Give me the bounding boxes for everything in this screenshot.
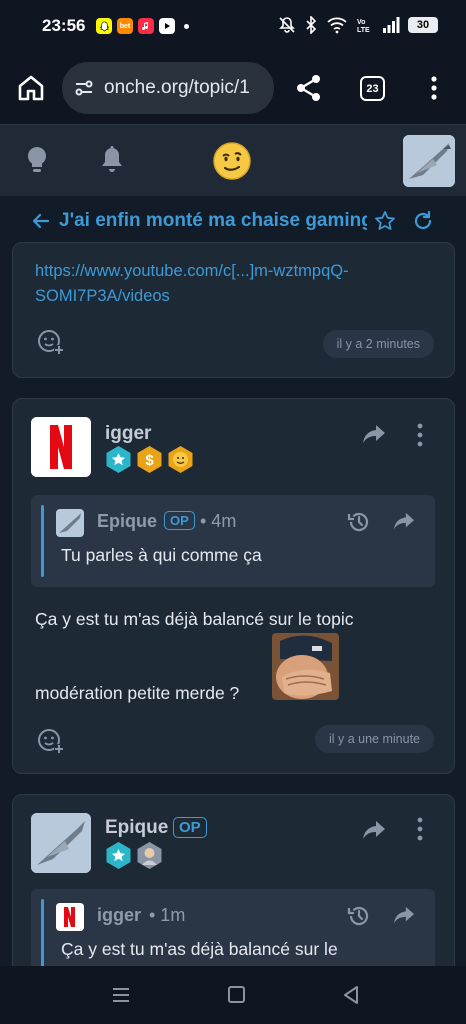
mute-icon (279, 17, 295, 33)
post-menu-icon[interactable] (414, 817, 426, 841)
status-bar: 23:56 bet Vo LTE 30 (0, 0, 466, 52)
address-bar[interactable]: onche.org/topic/1 (62, 62, 274, 114)
forward-icon[interactable] (393, 511, 415, 531)
post-link-line-2[interactable]: SOMI7P3A/videos (35, 284, 170, 309)
bird-avatar[interactable] (31, 813, 91, 873)
post-username[interactable]: igger (105, 423, 151, 445)
quoted-post[interactable]: igger • 1m Ça y est tu m'as déjà balancé… (31, 889, 435, 966)
history-icon[interactable] (347, 510, 371, 534)
post-timestamp: il y a 2 minutes (322, 330, 434, 358)
favorite-star-icon[interactable] (374, 210, 396, 232)
quote-bar (41, 899, 44, 966)
quote-avatar (56, 509, 84, 537)
dollar-badge-icon: $ (137, 446, 162, 473)
back-arrow-icon[interactable] (32, 212, 50, 230)
add-reaction-icon[interactable] (37, 727, 65, 755)
post-timestamp: il y a une minute (314, 725, 434, 753)
forward-icon[interactable] (362, 819, 386, 841)
bird-avatar-image (56, 509, 84, 537)
post-card: Epique OP igger • 1m Ça y est tu m'as dé… (12, 794, 455, 966)
nav-back-icon[interactable] (342, 985, 360, 1005)
youtube-icon (159, 18, 175, 34)
svg-text:LTE: LTE (357, 27, 370, 34)
forward-icon[interactable] (393, 905, 415, 925)
quote-avatar (56, 903, 84, 931)
status-system-icons: Vo LTE 30 (278, 16, 438, 34)
quote-time: • 4m (200, 511, 237, 531)
star-badge-icon (106, 842, 131, 869)
snapchat-icon (96, 18, 112, 34)
user-badges: $ (105, 445, 194, 474)
history-icon[interactable] (347, 904, 371, 928)
bird-avatar-image (403, 135, 455, 187)
topic-page: J'ai enfin monté ma chaise gaming https:… (0, 196, 466, 966)
notification-dot (184, 23, 189, 29)
quote-username[interactable]: Epique (97, 511, 157, 532)
bird-avatar-image (31, 813, 91, 873)
facepalm-sticker-image (272, 633, 339, 700)
netflix-logo-icon (31, 417, 91, 477)
quote-text: Tu parles à qui comme ça (61, 545, 262, 565)
post-username[interactable]: Epique (105, 817, 168, 839)
topic-title[interactable]: J'ai enfin monté ma chaise gaming (59, 210, 367, 232)
op-badge: OP (164, 511, 195, 530)
signal-icon (383, 17, 400, 33)
post-body-line: modération petite merde ? (35, 683, 240, 703)
topic-title-bar: J'ai enfin monté ma chaise gaming (0, 196, 466, 248)
home-icon[interactable] (16, 73, 46, 103)
star-badge-icon (106, 446, 131, 473)
quote-username[interactable]: igger (97, 905, 141, 926)
post-menu-icon[interactable] (414, 423, 426, 447)
quote-bar (41, 505, 44, 577)
share-icon[interactable] (295, 74, 323, 102)
refresh-icon[interactable] (412, 210, 434, 232)
url-text[interactable]: onche.org/topic/1 (104, 77, 250, 99)
post-link-line-1[interactable]: https://www.youtube.com/c[...]m-wztmpqQ- (35, 259, 349, 284)
quote-text: Ça y est tu m'as déjà balancé sur le (61, 939, 338, 959)
post-body-line: Ça y est tu m'as déjà balancé sur le top… (35, 609, 354, 629)
system-nav-bar (0, 966, 466, 1024)
wifi-icon (327, 17, 347, 34)
music-icon (138, 18, 154, 34)
lightbulb-icon[interactable] (24, 145, 50, 175)
emoji-badge-icon (168, 446, 193, 473)
add-reaction-icon[interactable] (37, 328, 65, 356)
bluetooth-icon (306, 16, 317, 34)
post-card: igger $ Epique OP • 4m Tu parles à qui c… (12, 398, 455, 774)
tab-switcher-button[interactable]: 23 (360, 76, 385, 101)
svg-text:$: $ (145, 452, 154, 469)
forward-icon[interactable] (362, 423, 386, 445)
netflix-logo-icon (56, 903, 84, 931)
post-card: https://www.youtube.com/c[...]m-wztmpqQ-… (12, 242, 455, 378)
quote-time: • 1m (149, 905, 186, 925)
site-header (0, 124, 466, 196)
facepalm-sticker (272, 633, 339, 700)
user-avatar[interactable] (403, 135, 455, 187)
browser-toolbar: onche.org/topic/1 23 (0, 52, 466, 124)
bell-icon[interactable] (99, 145, 125, 175)
site-settings-icon[interactable] (74, 78, 94, 98)
bet-icon: bet (117, 18, 133, 34)
portrait-badge-icon (137, 842, 162, 869)
quoted-post[interactable]: Epique OP • 4m Tu parles à qui comme ça (31, 495, 435, 587)
more-menu-icon[interactable] (424, 74, 444, 102)
battery-indicator: 30 (408, 17, 438, 33)
smiley-logo[interactable] (212, 141, 252, 181)
status-app-icons: bet (96, 18, 189, 34)
status-time: 23:56 (42, 16, 86, 35)
op-badge: OP (173, 817, 207, 838)
user-badges (105, 841, 163, 870)
netflix-avatar[interactable] (31, 417, 91, 477)
nav-home-icon[interactable] (228, 986, 245, 1003)
volte-icon: VoLTE (357, 19, 370, 34)
svg-text:Vo: Vo (357, 19, 365, 26)
recents-icon[interactable] (112, 987, 130, 1003)
